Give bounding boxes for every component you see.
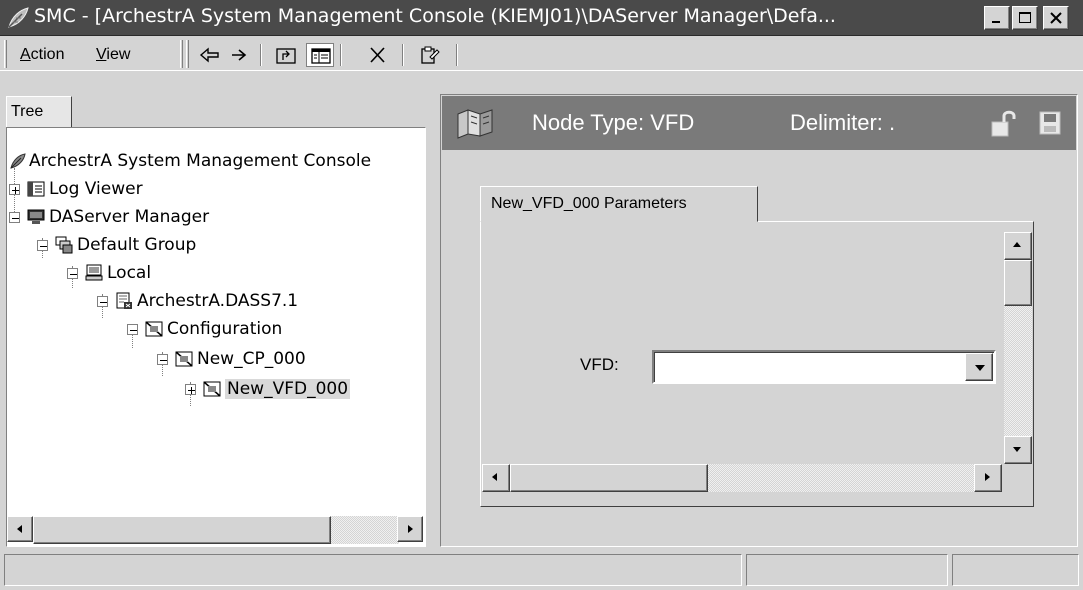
arrow-down-icon [1013, 447, 1021, 452]
tree-panel: ArchestrA System Management Console Log … [6, 127, 426, 547]
forward-button[interactable] [226, 43, 254, 67]
maximize-icon [1019, 12, 1031, 23]
scroll-left-button[interactable] [482, 464, 510, 492]
tree-node-label: New_VFD_000 [225, 379, 351, 399]
unlock-icon[interactable] [990, 110, 1020, 138]
arrow-left-icon [492, 473, 497, 481]
up-one-level-button[interactable] [272, 43, 300, 67]
node-header: Node Type: VFD Delimiter: . [442, 96, 1076, 150]
log-viewer-icon [27, 181, 45, 197]
status-bar [0, 550, 1083, 590]
vfd-select[interactable] [652, 350, 996, 384]
device-icon [203, 381, 221, 397]
scroll-right-button[interactable] [397, 516, 423, 542]
tree-node-label: Configuration [167, 319, 283, 339]
toolbar-grip-1 [180, 40, 183, 68]
device-icon [175, 351, 193, 367]
save-icon[interactable] [1038, 110, 1062, 136]
arrow-right-icon [985, 473, 990, 481]
delete-button[interactable] [364, 43, 392, 67]
minimize-button[interactable] [984, 6, 1010, 30]
collapse-minus-icon[interactable] [37, 240, 48, 251]
tree-node-label: ArchestrA.DASS7.1 [137, 291, 299, 311]
close-button[interactable] [1043, 6, 1069, 30]
status-cell-secondary [746, 554, 948, 586]
collapse-minus-icon[interactable] [67, 268, 78, 279]
tree-node-label: Default Group [77, 235, 197, 255]
tree-node-label: New_CP_000 [197, 349, 306, 369]
back-button[interactable] [196, 43, 224, 67]
scroll-up-button[interactable] [1004, 232, 1032, 260]
collapse-minus-icon[interactable] [9, 212, 20, 223]
menu-action[interactable]: Action [20, 46, 64, 64]
show-hide-tree-button[interactable] [306, 43, 334, 67]
menu-grip [4, 40, 7, 68]
toolbar-separator [402, 44, 404, 66]
tree-node-label: ArchestrA System Management Console [29, 151, 372, 171]
node-type-label: Node Type: VFD [532, 110, 695, 135]
smc-leaf-icon [8, 7, 29, 28]
toolbar-grip-2 [186, 40, 189, 68]
daserver-manager-icon [27, 209, 45, 224]
maximize-button[interactable] [1012, 6, 1038, 30]
menu-toolbar: Action View [0, 37, 1083, 71]
toolbar-separator [260, 44, 262, 66]
vertical-scroll-thumb[interactable] [1004, 260, 1032, 306]
computer-icon [85, 264, 103, 281]
forward-arrow-icon [232, 49, 247, 61]
smc-leaf-icon [10, 153, 26, 169]
vfd-dropdown-button[interactable] [965, 353, 993, 381]
menu-view[interactable]: View [96, 46, 130, 64]
arrow-right-icon [408, 525, 413, 533]
scrollbar-thumb[interactable] [33, 516, 331, 544]
back-arrow-icon [199, 47, 219, 63]
group-icon [55, 236, 73, 254]
scroll-right-button[interactable] [974, 464, 1002, 492]
title-bar: SMC - [ArchestrA System Management Conso… [0, 0, 1083, 36]
window-title: SMC - [ArchestrA System Management Conso… [34, 5, 836, 27]
tree-node-label: Log Viewer [49, 179, 143, 199]
chevron-down-icon [975, 365, 985, 371]
node-hierarchy-icon [457, 109, 493, 139]
collapse-minus-icon[interactable] [157, 354, 168, 365]
scroll-down-button[interactable] [1004, 436, 1032, 464]
arrow-left-icon [17, 525, 22, 533]
expand-plus-icon[interactable] [185, 384, 196, 395]
up-folder-icon [276, 48, 296, 64]
tree-view: ArchestrA System Management Console Log … [7, 128, 425, 518]
status-cell-main [4, 554, 742, 586]
show-hide-tree-icon [311, 48, 331, 64]
scroll-left-button[interactable] [7, 516, 33, 542]
delimiter-label: Delimiter: . [790, 110, 896, 135]
properties-icon [421, 46, 440, 64]
delete-icon [370, 47, 385, 63]
toolbar-separator [456, 44, 458, 66]
tree-node-label: DAServer Manager [49, 207, 210, 227]
expand-plus-icon[interactable] [9, 184, 20, 195]
toolbar-separator [340, 44, 342, 66]
tab-parameters[interactable]: New_VFD_000 Parameters [480, 186, 758, 222]
close-icon [1050, 12, 1062, 24]
properties-button[interactable] [416, 43, 444, 67]
tab-tree[interactable]: Tree [6, 96, 72, 128]
tree-node-label: Local [107, 263, 152, 283]
collapse-minus-icon[interactable] [127, 324, 138, 335]
collapse-minus-icon[interactable] [97, 296, 108, 307]
status-cell-tertiary [952, 554, 1079, 586]
arrow-up-icon [1013, 242, 1021, 247]
configuration-icon [145, 321, 163, 337]
daserver-icon [116, 292, 132, 309]
horizontal-scroll-thumb[interactable] [510, 464, 708, 492]
vfd-field-label: VFD: [580, 355, 619, 374]
minimize-icon [992, 21, 1000, 23]
tree-horizontal-scrollbar[interactable] [7, 516, 425, 546]
